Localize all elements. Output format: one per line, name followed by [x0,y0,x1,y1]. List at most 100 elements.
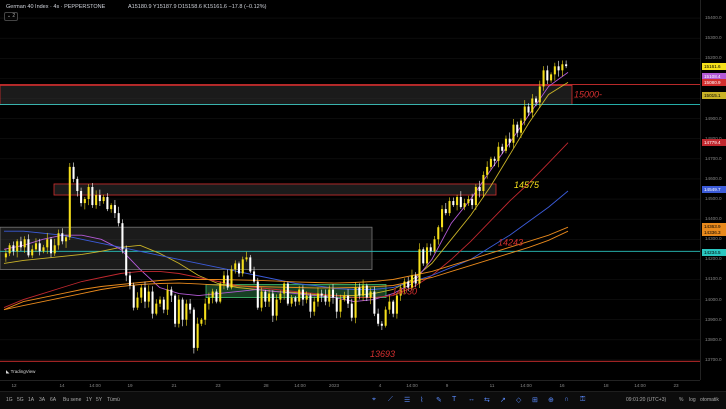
candle-body [350,303,353,318]
zoom-tool-icon[interactable]: ⊕ [548,396,554,404]
candle-body [433,239,436,252]
time-tick-label: 23 [215,383,221,388]
candle-body [245,257,248,260]
time-tick-label: 14:00 [89,383,101,388]
measure-tool-icon[interactable]: ↔ [468,396,475,403]
forecast-tool-icon[interactable]: ⇆ [484,396,490,404]
trendline-tool-icon[interactable]: ⟋ [388,396,393,404]
candle-body [512,124,515,143]
period-button[interactable]: 6A [50,397,56,403]
price-tick-label: 14700.0 [705,155,722,161]
candle-body [418,249,421,284]
price-tick-label: 14600.0 [705,175,722,181]
candle-body [31,249,34,256]
candle-body [343,295,346,300]
drawing-cursor-icon[interactable]: ⌖ [372,396,376,404]
period-button[interactable]: Bu sene [63,397,81,403]
price-tick-label: 13700.0 [705,356,722,362]
candle-body [444,209,447,214]
candle-body [268,293,271,302]
candle-body [339,299,342,312]
time-tick-label: 19 [127,383,133,388]
price-label-badge: 14549.7 [702,185,726,193]
candle-body [546,70,549,81]
indicator-collapse-toggle[interactable]: ⌄ 2 [4,12,18,21]
candle-body [373,291,376,314]
candle-body [102,197,105,202]
candle-body [422,249,425,264]
pattern-tool-icon[interactable]: ⌇ [420,396,423,404]
candle-body [384,309,387,326]
text-tool-icon[interactable]: T [452,396,456,403]
candle-body [83,199,86,204]
candle-body [4,253,7,258]
fib-tool-icon[interactable]: ☰ [404,396,410,404]
candle-body [80,191,83,204]
magnet-tool-icon[interactable]: ∩ [564,396,569,403]
candle-body [234,263,237,270]
price-tick-label: 14900.0 [705,115,722,121]
log-scale-button[interactable]: log [689,397,696,403]
candle-body [23,239,26,248]
time-axis[interactable]: 12 14 14:00 19 21 23 28 14:00 2023 4 14:00 9 11 14:00… [0,380,700,391]
candle-body [301,289,304,300]
candle-body [264,291,267,302]
candle-body [320,293,323,296]
arrow-tool-icon[interactable]: ↗ [500,396,506,404]
candle-body [328,289,331,302]
price-tick-label: 13800.0 [705,336,722,342]
candle-body [271,293,274,316]
ruler-tool-icon[interactable]: ⊞ [532,396,538,404]
brush-tool-icon[interactable]: ✎ [436,396,442,404]
candle-body [414,275,417,284]
candle-body [535,98,538,103]
candle-body [207,297,210,304]
candle-body [377,313,380,324]
price-tick-label: 15300.0 [705,35,722,41]
clock-readout[interactable]: 09:01:20 (UTC+3) [626,397,666,403]
price-tick-label: 14400.0 [705,216,722,222]
candle-body [117,213,120,224]
period-button[interactable]: 5Y [96,397,102,403]
candle-body [34,243,37,250]
candle-body [395,295,398,314]
price-chart[interactable]: 15000- 14575 14243 14030 13693 [0,0,726,408]
candle-body [27,239,30,256]
chevron-down-icon: ⌄ [6,13,12,19]
candle-body [140,287,143,298]
percent-scale-button[interactable]: % [679,397,683,403]
level-annotation: 14030 [392,287,417,297]
lock-tool-icon[interactable]: ⚿ [580,396,585,404]
candle-body [177,299,180,324]
period-button[interactable]: Tümü [107,397,120,403]
candle-body [489,158,492,167]
candle-body [429,247,432,252]
candle-body [162,299,165,310]
auto-scale-button[interactable]: otomatik [700,397,719,403]
candle-body [42,247,45,252]
price-zone [53,183,497,196]
candle-body [380,323,383,326]
tradingview-logo[interactable]: ◣ TradingView [6,369,35,375]
candle-body [16,241,19,252]
period-button[interactable]: 3A [39,397,45,403]
shape-tool-icon[interactable]: ◇ [516,396,521,404]
candle-body [147,291,150,302]
candle-body [448,201,451,214]
period-button[interactable]: 1A [28,397,34,403]
period-button[interactable]: 1G [6,397,13,403]
candle-body [324,295,327,302]
candle-body [222,275,225,284]
period-button[interactable]: 5G [17,397,24,403]
candle-body [204,303,207,320]
candle-body [493,158,496,161]
price-label-badge: 14234.5 [702,249,726,257]
candle-body [87,186,90,200]
candle-body [557,66,560,71]
level-annotation: 15000- [574,89,602,99]
price-axis[interactable]: 15400.015300.015200.015100.015000.014900… [700,0,726,380]
symbol-title[interactable]: German 40 Index · 4s · PEPPERSTONE [6,4,105,10]
price-tick-label: 15200.0 [705,55,722,61]
candle-body [474,186,477,206]
period-button[interactable]: 1Y [86,397,92,403]
